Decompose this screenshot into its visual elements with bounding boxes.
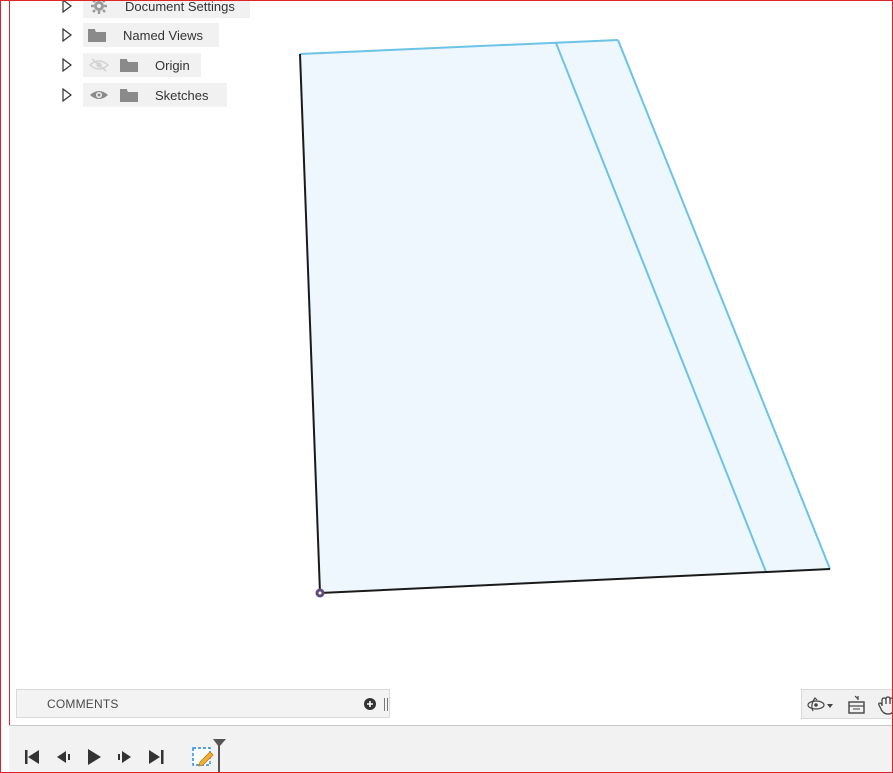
timeline bbox=[9, 726, 892, 772]
eye-icon[interactable] bbox=[85, 88, 113, 102]
sketch-feature-icon[interactable] bbox=[190, 738, 230, 772]
browser-item-label: Origin bbox=[155, 57, 190, 73]
browser-item-label: Document Settings bbox=[125, 0, 235, 14]
hidden-eye-icon[interactable] bbox=[85, 58, 113, 72]
panel-grip-icon[interactable] bbox=[384, 698, 388, 711]
canvas-viewport[interactable] bbox=[1, 1, 892, 731]
browser-item-document-settings[interactable]: Document Settings bbox=[83, 0, 250, 18]
browser-item-label: Named Views bbox=[123, 27, 203, 43]
expand-arrow-icon[interactable] bbox=[61, 27, 73, 43]
add-comment-icon[interactable] bbox=[364, 698, 376, 710]
comments-label: COMMENTS bbox=[47, 697, 119, 711]
step-forward-icon[interactable] bbox=[115, 746, 135, 768]
application-window: Document Settings Named Views Origin Ske… bbox=[0, 0, 893, 773]
expand-arrow-icon[interactable] bbox=[61, 57, 73, 73]
expand-arrow-icon[interactable] bbox=[61, 1, 73, 14]
folder-icon bbox=[85, 27, 109, 43]
sketch-profile[interactable] bbox=[300, 40, 830, 593]
gear-icon bbox=[85, 1, 113, 15]
orbit-icon[interactable] bbox=[806, 695, 834, 720]
browser-item-label: Sketches bbox=[155, 87, 209, 103]
pan-icon[interactable] bbox=[876, 694, 892, 721]
step-back-icon[interactable] bbox=[53, 746, 73, 768]
comments-panel[interactable]: COMMENTS bbox=[16, 689, 390, 718]
navigation-toolbar bbox=[801, 689, 892, 721]
look-at-icon[interactable] bbox=[846, 694, 868, 721]
go-to-end-icon[interactable] bbox=[146, 746, 166, 768]
go-to-start-icon[interactable] bbox=[22, 746, 42, 768]
browser-item-origin[interactable]: Origin bbox=[83, 53, 201, 77]
expand-arrow-icon[interactable] bbox=[61, 87, 73, 103]
folder-icon bbox=[117, 57, 141, 73]
folder-icon bbox=[117, 87, 141, 103]
browser-item-named-views[interactable]: Named Views bbox=[83, 23, 219, 47]
play-icon[interactable] bbox=[84, 746, 104, 768]
origin-point-center bbox=[318, 591, 322, 595]
browser-item-sketches[interactable]: Sketches bbox=[83, 83, 227, 107]
